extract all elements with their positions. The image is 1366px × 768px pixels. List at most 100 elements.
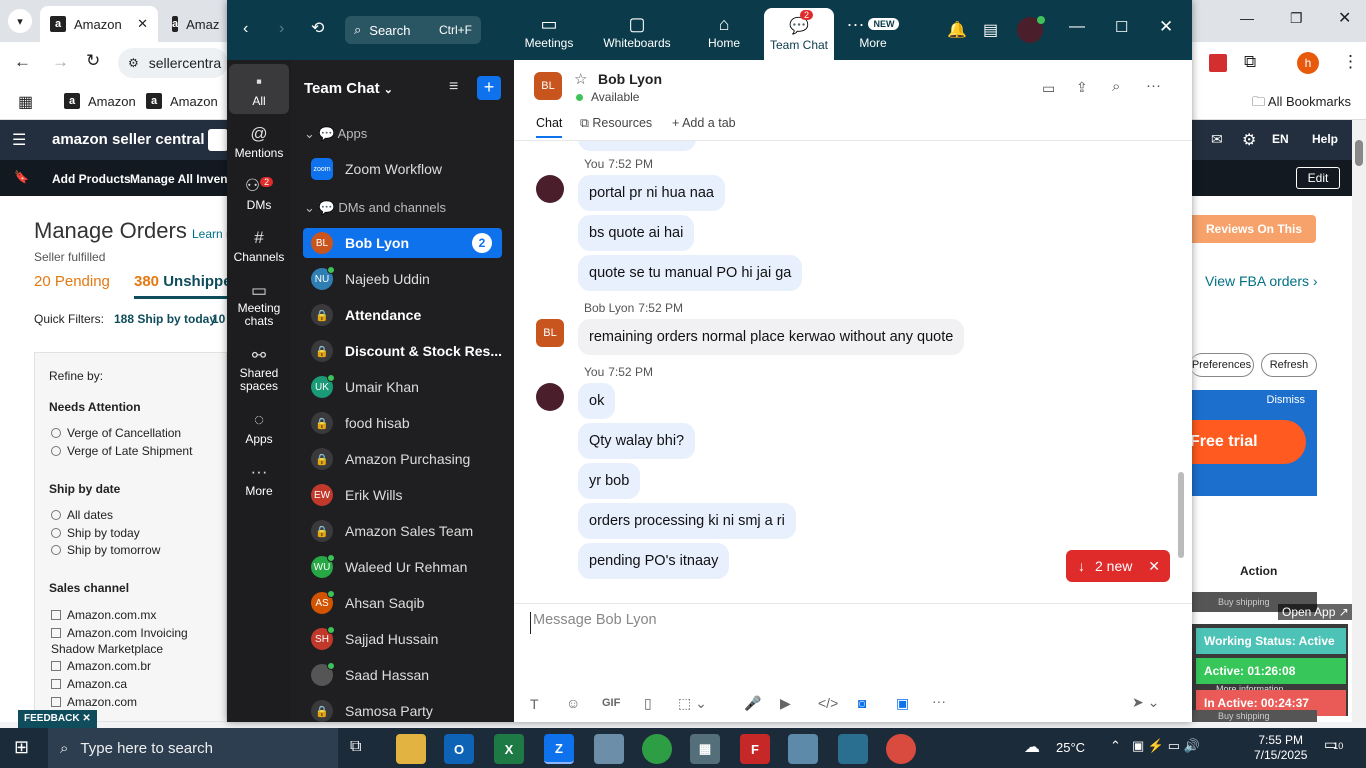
view-fba-orders-link[interactable]: View FBA orders › <box>1205 273 1318 289</box>
zoom-taskbar-icon[interactable]: Z <box>544 734 574 764</box>
back-arrow-icon[interactable]: ‹ <box>243 20 248 38</box>
audio-message-icon[interactable]: 🎤 <box>744 695 761 712</box>
section-dms-header[interactable]: ⌄ 💬 DMs and channels <box>304 200 446 216</box>
quick-filter-count[interactable]: 10 <box>212 312 225 326</box>
windows-start-icon[interactable]: ⊞ <box>14 737 29 758</box>
help-link[interactable]: Help <box>1312 132 1338 146</box>
browser-tab-amazon-2[interactable]: a Amaz <box>162 6 226 42</box>
feedback-button[interactable]: FEEDBACK ✕ <box>18 710 97 728</box>
tab-team-chat[interactable]: 💬 2 Team Chat <box>764 8 834 60</box>
tab-whiteboards[interactable]: ▢ Whiteboards <box>595 14 679 50</box>
site-info-icon[interactable]: ⚙ <box>128 56 139 70</box>
zoom-search-box[interactable]: ⌕ Search Ctrl+F <box>345 16 481 44</box>
free-trial-button[interactable]: Free trial <box>1190 420 1306 464</box>
more-tools-icon[interactable]: ··· <box>932 693 946 709</box>
close-pill-icon[interactable]: ✕ <box>1148 558 1160 575</box>
screen-share-icon[interactable]: ⇪ <box>1076 79 1088 96</box>
bookmark-amazon-2[interactable]: a Amazon <box>146 93 218 109</box>
gif-icon[interactable]: GIF <box>602 697 620 709</box>
my-avatar[interactable] <box>536 383 564 411</box>
chat-list-item[interactable]: WU Waleed Ur Rehman <box>303 552 502 582</box>
browser-tab-amazon[interactable]: a Amazon ✕ <box>40 6 158 42</box>
taskbar-search-box[interactable]: ⌕ Type here to search <box>48 728 338 768</box>
message-bubble[interactable]: Qty walay bhi? <box>578 423 696 459</box>
filter-icon[interactable]: ≡ <box>449 78 458 96</box>
chat-list-item[interactable]: SH Sajjad Hussain <box>303 624 502 654</box>
all-bookmarks[interactable]: 🗀 All Bookmarks <box>1252 93 1351 115</box>
zoom-minimize-button[interactable]: — <box>1069 18 1085 36</box>
chat-list-item[interactable]: AS Ahsan Saqib <box>303 588 502 618</box>
edit-nav-button[interactable]: Edit <box>1296 167 1340 189</box>
marketplace-selector[interactable] <box>208 129 228 151</box>
task-view-icon[interactable]: ⧉ <box>350 738 361 756</box>
rail-apps[interactable]: ◌ Apps <box>229 410 289 446</box>
tray-chevron-icon[interactable]: ⌃ <box>1110 738 1121 754</box>
preferences-button[interactable]: Preferences <box>1190 353 1254 377</box>
chrome-icon-2[interactable] <box>886 734 916 764</box>
bookmark-icon[interactable]: 🔖 <box>14 170 29 184</box>
message-bubble[interactable]: bs quote ai hai <box>578 215 695 251</box>
history-icon[interactable]: ⟲ <box>311 18 324 38</box>
app-icon-2[interactable] <box>788 734 818 764</box>
message-input[interactable]: Message Bob Lyon <box>530 612 1170 634</box>
clock[interactable]: 7:55 PM 7/15/2025 <box>1254 733 1307 763</box>
tab-home[interactable]: ⌂ Home <box>682 14 766 50</box>
apps-grid-icon[interactable]: ▦ <box>18 92 33 112</box>
tab-list-button[interactable]: ▾ <box>8 9 32 33</box>
emoji-icon[interactable]: ☺ <box>566 695 580 711</box>
zoom-maximize-button[interactable]: ☐ <box>1115 18 1128 36</box>
profile-avatar[interactable]: h <box>1297 52 1319 74</box>
pdf-extension-icon[interactable] <box>1209 54 1227 72</box>
message-bubble[interactable]: remaining orders normal place kerwao wit… <box>578 319 965 355</box>
mail-icon[interactable]: ✉ <box>1211 131 1223 148</box>
filter-channel-ca[interactable]: Amazon.ca <box>51 677 127 691</box>
hamburger-menu-icon[interactable]: ☰ <box>12 130 26 150</box>
send-icon[interactable]: ➤ ⌄ <box>1132 694 1159 711</box>
chat-more-icon[interactable]: ··· <box>1146 77 1161 94</box>
my-avatar[interactable] <box>536 175 564 203</box>
new-chat-button[interactable]: + <box>477 76 501 100</box>
filter-verge-late[interactable]: Verge of Late Shipment <box>51 444 192 458</box>
bookmark-amazon[interactable]: a Amazon <box>64 93 136 109</box>
file-explorer-icon[interactable] <box>396 734 426 764</box>
chat-list-item[interactable]: BL Bob Lyon 2 <box>303 228 502 258</box>
contact-avatar[interactable]: BL <box>536 319 564 347</box>
notifications-bell-icon[interactable]: 🔔 <box>947 20 967 40</box>
window-layout-icon[interactable]: ▤ <box>983 20 998 40</box>
filter-verge-cancellation[interactable]: Verge of Cancellation <box>51 426 181 440</box>
message-bubble[interactable]: pending PO's itnaay <box>578 543 730 579</box>
chat-list-item[interactable]: 🔒 food hisab <box>303 408 502 438</box>
reload-icon[interactable]: ↻ <box>86 51 100 71</box>
video-call-icon[interactable]: ▭ <box>1042 80 1055 97</box>
filter-channel-invoicing[interactable]: Amazon.com Invoicing Shadow Marketplace <box>51 625 211 657</box>
quick-filter-ship-today[interactable]: 188 Ship by today <box>114 312 216 326</box>
text-format-icon[interactable]: T <box>530 696 539 712</box>
screenshot-icon[interactable]: ⬚ ⌄ <box>678 695 707 712</box>
chat-search-icon[interactable]: ⌕ <box>1112 78 1120 95</box>
scroll-thumb[interactable] <box>1355 140 1363 166</box>
notifications-icon[interactable]: ▭10 <box>1324 736 1343 753</box>
pending-tab[interactable]: 20 Pending <box>34 273 110 290</box>
contact-name[interactable]: Bob Lyon <box>598 71 662 87</box>
rail-dms[interactable]: ⚇ 2 DMs <box>229 176 289 212</box>
filter-channel-com[interactable]: Amazon.com <box>51 695 137 709</box>
contact-avatar[interactable]: BL <box>534 72 562 100</box>
language-selector[interactable]: EN <box>1272 132 1289 146</box>
rail-channels[interactable]: # Channels <box>229 228 289 264</box>
excel-icon[interactable]: X <box>494 734 524 764</box>
back-icon[interactable]: ← <box>14 52 31 72</box>
chat-list-item[interactable]: 🔒 Discount & Stock Res... <box>303 336 502 366</box>
address-bar[interactable]: ⚙ sellercentra <box>118 48 228 78</box>
filter-channel-br[interactable]: Amazon.com.br <box>51 659 151 673</box>
chat-list-item[interactable]: UK Umair Khan <box>303 372 502 402</box>
filter-ship-tomorrow[interactable]: Ship by tomorrow <box>51 543 160 557</box>
filter-channel-mx[interactable]: Amazon.com.mx <box>51 608 156 622</box>
chat-list-item[interactable]: EW Erik Wills <box>303 480 502 510</box>
team-chat-title[interactable]: Team Chat ⌄ <box>304 80 393 97</box>
filter-all-dates[interactable]: All dates <box>51 508 113 522</box>
rail-shared-spaces[interactable]: ⚯ Shared spaces <box>229 345 289 393</box>
browser-restore-button[interactable]: ❐ <box>1290 10 1303 27</box>
file-icon[interactable]: ▯ <box>644 695 652 712</box>
outlook-icon[interactable]: O <box>444 734 474 764</box>
weather-icon[interactable]: ☁ <box>1024 737 1040 757</box>
